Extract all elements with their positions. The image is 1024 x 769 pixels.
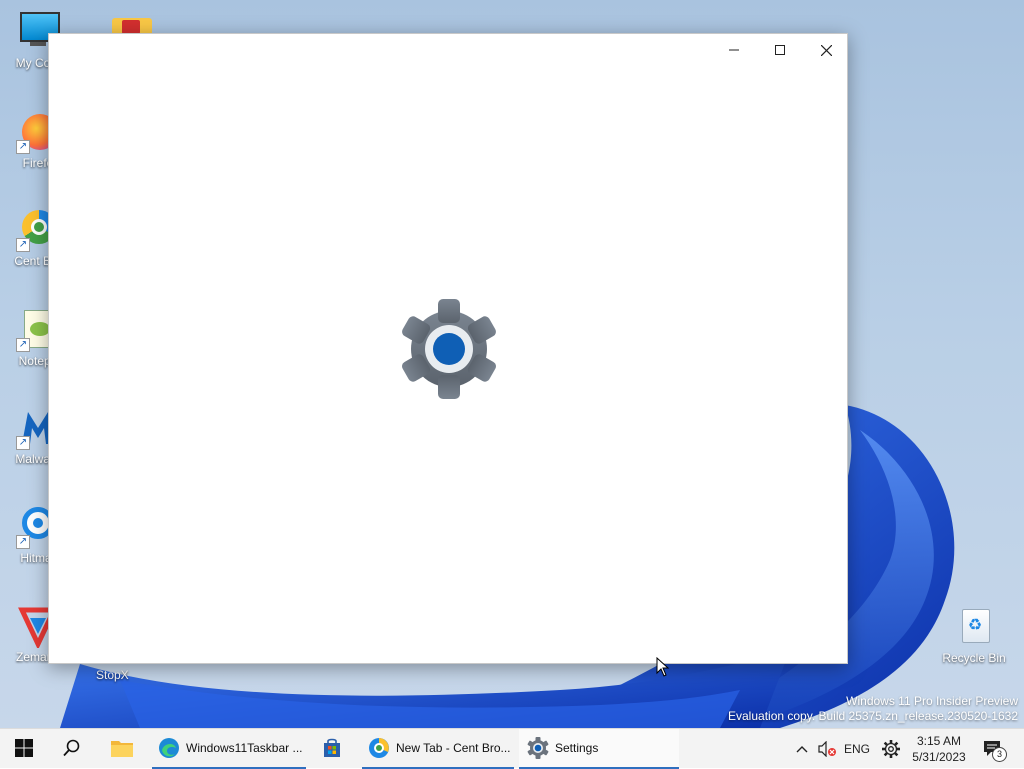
close-icon	[820, 44, 832, 56]
file-explorer-icon	[111, 741, 133, 757]
mouse-cursor-icon	[656, 657, 670, 677]
shortcut-arrow-icon: ↗	[16, 140, 30, 154]
clock-date: 5/31/2023	[912, 750, 966, 764]
tray-settings-button[interactable]	[878, 729, 904, 769]
search-button[interactable]	[54, 729, 90, 769]
taskbar-app-label: New Tab - Cent Bro...	[396, 741, 511, 755]
microsoft-store-icon	[324, 738, 340, 757]
notification-center-button[interactable]: 3	[978, 729, 1008, 769]
shortcut-arrow-icon: ↗	[16, 338, 30, 352]
maximize-button[interactable]	[757, 34, 803, 66]
watermark-build: Evaluation copy. Build 25375.zn_release.…	[728, 709, 1018, 723]
shortcut-arrow-icon: ↗	[16, 535, 30, 549]
start-button[interactable]	[6, 729, 42, 769]
volume-muted-icon	[818, 741, 836, 757]
shortcut-arrow-icon: ↗	[16, 238, 30, 252]
show-hidden-icons-button[interactable]	[792, 729, 812, 769]
settings-gear-icon	[527, 737, 549, 759]
recycle-bin-icon: ♻	[952, 605, 996, 649]
desktop-icon-label: Recycle Bin	[942, 651, 1006, 665]
taskbar-app-edge[interactable]: Windows11Taskbar ...	[152, 729, 306, 769]
settings-gear-icon	[402, 299, 496, 399]
taskbar-app-label: Settings	[555, 741, 599, 755]
taskbar-app-store[interactable]	[314, 729, 350, 769]
taskbar-app-file-explorer[interactable]	[104, 729, 140, 769]
notification-badge: 3	[992, 747, 1007, 762]
windows-start-icon	[15, 739, 33, 757]
close-button[interactable]	[803, 34, 849, 66]
cent-browser-icon	[369, 738, 389, 758]
watermark-edition: Windows 11 Pro Insider Preview	[846, 694, 1018, 708]
settings-window	[48, 33, 848, 664]
maximize-icon	[775, 45, 785, 55]
taskbar: Windows11Taskbar ... New Tab - Cent Bro.…	[0, 728, 1024, 769]
volume-button[interactable]	[814, 729, 840, 769]
chevron-up-icon	[796, 746, 808, 753]
clock-time: 3:15 AM	[916, 734, 962, 748]
taskbar-app-settings[interactable]: Settings	[519, 729, 679, 769]
gear-icon	[882, 740, 900, 758]
taskbar-app-cent-browser[interactable]: New Tab - Cent Bro...	[362, 729, 514, 769]
desktop-icon-label: StopX	[96, 668, 129, 682]
search-icon	[63, 739, 80, 757]
language-label: ENG	[843, 742, 870, 756]
minimize-icon	[729, 49, 739, 51]
language-indicator[interactable]: ENG	[842, 729, 872, 769]
minimize-button[interactable]	[711, 34, 757, 66]
clock[interactable]: 3:15 AM 5/31/2023	[906, 729, 972, 769]
edge-icon	[159, 738, 179, 758]
taskbar-app-label: Windows11Taskbar ...	[186, 741, 303, 755]
shortcut-arrow-icon: ↗	[16, 436, 30, 450]
desktop-icon-recycle-bin[interactable]: ♻ Recycle Bin	[936, 605, 1012, 665]
